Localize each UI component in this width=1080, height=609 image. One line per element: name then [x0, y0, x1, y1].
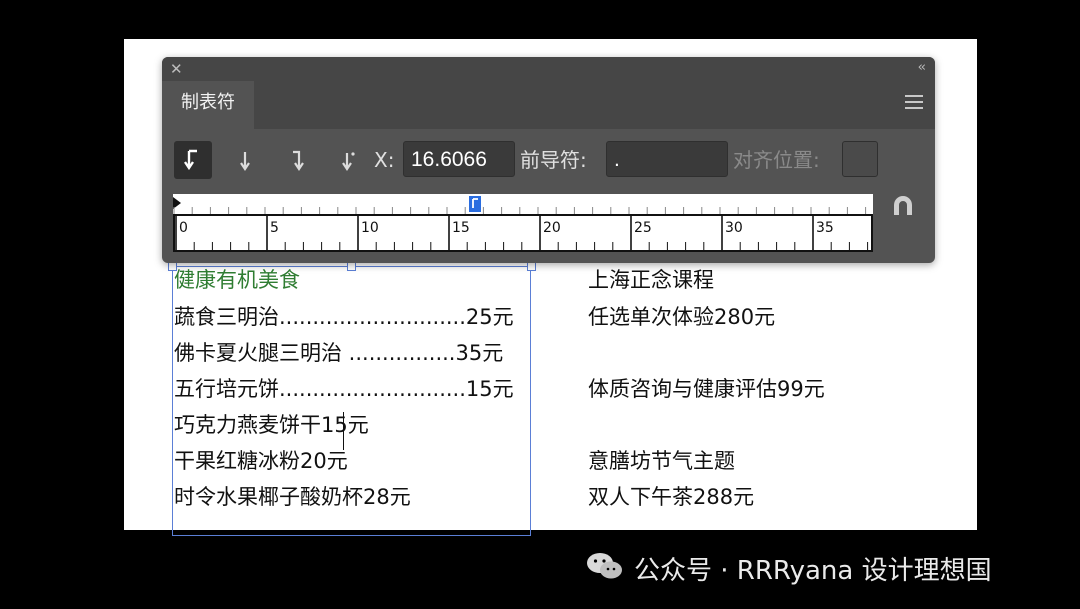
ruler-scale: 0 5 10 15 20 25 30 35	[175, 216, 869, 250]
position-panel-above-frame-icon[interactable]	[888, 191, 918, 221]
ruler-label: 5	[270, 220, 279, 236]
ruler-label: 10	[361, 220, 379, 236]
tabs-panel: ✕ ‹‹ 制表符 X: 16.6066 前导符: . 对齐位置: 0 5 10 15 2…	[162, 57, 935, 263]
text-cursor	[343, 412, 344, 450]
left-justified-tab-button[interactable]	[174, 141, 212, 179]
tab-stop-strip-graphic	[173, 196, 867, 214]
ruler-label: 15	[452, 220, 470, 236]
watermark-text: 公众号 · RRRyana 设计理想国	[634, 556, 992, 586]
course-line: 任选单次体验280元	[588, 305, 776, 329]
ruler-label: 30	[725, 220, 743, 236]
wechat-icon	[586, 551, 624, 581]
course-line: 意膳坊节气主题	[588, 449, 735, 473]
tab-ruler[interactable]: 0 5 10 15 20 25 30 35	[173, 214, 873, 252]
menu-line: 蔬食三明治............................25元	[174, 305, 514, 329]
left-tab-icon	[184, 149, 197, 171]
decimal-tab-button[interactable]	[329, 141, 367, 179]
align-on-input[interactable]	[842, 141, 878, 177]
frame-handle-top-center[interactable]	[347, 262, 356, 271]
right-justified-tab-button[interactable]	[279, 141, 317, 179]
center-tab-icon	[240, 152, 250, 171]
x-position-label: X:	[374, 148, 395, 172]
tab-tabs[interactable]: 制表符	[162, 81, 254, 129]
ruler-label: 25	[634, 220, 652, 236]
x-position-input[interactable]: 16.6066	[403, 141, 515, 177]
menu-line: 干果红糖冰粉20元	[174, 449, 348, 473]
panel-menu-icon[interactable]	[905, 95, 923, 113]
menu-line: 佛卡夏火腿三明治 ................35元	[174, 341, 504, 365]
close-icon[interactable]: ✕	[170, 60, 183, 78]
course-line: 体质咨询与健康评估99元	[588, 377, 825, 401]
leader-input[interactable]: .	[606, 141, 728, 177]
decimal-tab-icon	[342, 152, 355, 171]
menu-line: 巧克力燕麦饼干15元	[174, 413, 369, 437]
collapse-icon[interactable]: ‹‹	[918, 60, 927, 75]
leader-label: 前导符:	[520, 148, 587, 172]
ruler-label: 0	[179, 220, 188, 236]
ruler-label: 35	[816, 220, 834, 236]
menu-line: 时令水果椰子酸奶杯28元	[174, 485, 411, 509]
course-heading: 上海正念课程	[588, 268, 714, 292]
menu-heading: 健康有机美食	[174, 268, 300, 292]
align-on-label: 对齐位置:	[733, 148, 820, 172]
ruler-label: 20	[543, 220, 561, 236]
tab-stop-strip[interactable]	[173, 194, 873, 214]
right-tab-icon	[293, 150, 304, 171]
center-justified-tab-button[interactable]	[226, 141, 264, 179]
panel-titlebar: ✕ ‹‹	[162, 57, 935, 81]
course-line: 双人下午茶288元	[588, 485, 755, 509]
frame-handle-top-right[interactable]	[527, 262, 536, 271]
panel-tabbar: 制表符	[162, 81, 935, 129]
menu-line: 五行培元饼............................15元	[174, 377, 514, 401]
